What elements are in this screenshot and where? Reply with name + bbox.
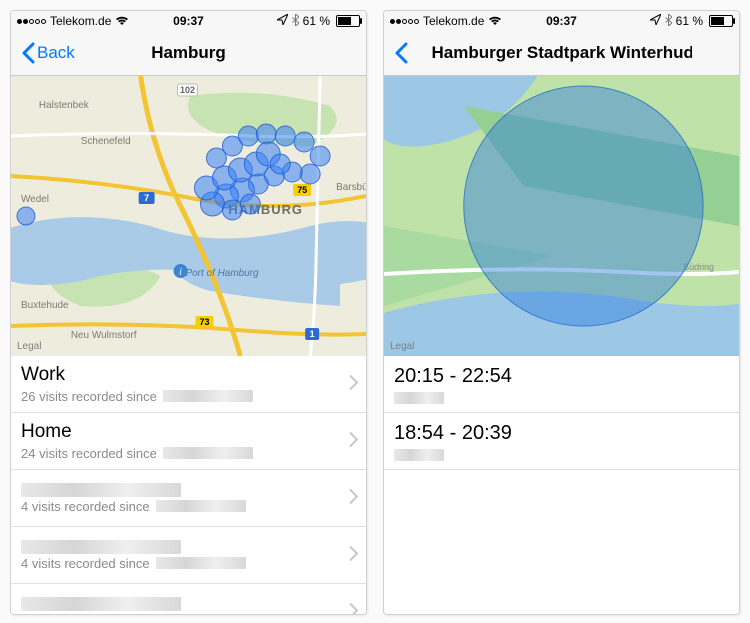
phone-left: Telekom.de 09:37 61 % Back <box>10 10 367 615</box>
nav-bar: Hamburger Stadtpark Winterhude <box>384 31 739 76</box>
nav-title: Hamburger Stadtpark Winterhude <box>432 43 692 63</box>
back-button[interactable] <box>390 31 412 75</box>
location-title: Work <box>21 364 336 387</box>
map-legal-link[interactable]: Legal <box>390 341 414 352</box>
svg-text:7: 7 <box>144 193 149 203</box>
phone-right: Telekom.de 09:37 61 % Hamburg <box>383 10 740 615</box>
svg-text:Schenefeld: Schenefeld <box>81 136 131 147</box>
redacted-title <box>21 597 181 611</box>
nav-bar: Back Hamburg <box>11 31 366 76</box>
location-subtitle: 26 visits recorded since <box>21 389 157 404</box>
svg-text:Port of Hamburg: Port of Hamburg <box>186 268 259 279</box>
map-city[interactable]: 7 75 1 73 102 HAMBURG Port of Hamburg Ha… <box>11 76 366 356</box>
location-row[interactable]: 2 visits recorded since <box>11 584 366 614</box>
chevron-right-icon <box>348 432 358 451</box>
location-title: Home <box>21 421 336 444</box>
visit-times-list: 20:15 - 22:54 18:54 - 20:39 <box>384 356 739 614</box>
battery-percent: 61 % <box>303 14 330 28</box>
back-label: Back <box>37 43 75 63</box>
svg-text:1: 1 <box>310 329 315 339</box>
status-bar: Telekom.de 09:37 61 % <box>384 11 739 31</box>
redacted-title <box>21 483 181 497</box>
redacted-date <box>163 447 253 459</box>
chevron-right-icon <box>348 603 358 615</box>
svg-text:Barsbüt: Barsbüt <box>336 182 366 193</box>
location-subtitle: 24 visits recorded since <box>21 446 157 461</box>
svg-text:Halstenbek: Halstenbek <box>39 100 89 111</box>
signal-strength-icon <box>390 19 419 24</box>
signal-strength-icon <box>17 19 46 24</box>
status-bar: Telekom.de 09:37 61 % <box>11 11 366 31</box>
battery-icon <box>336 15 360 27</box>
location-row[interactable]: Home 24 visits recorded since <box>11 413 366 470</box>
redacted-date <box>394 392 444 404</box>
chevron-right-icon <box>348 489 358 508</box>
carrier-label: Telekom.de <box>423 14 484 28</box>
chevron-right-icon <box>348 375 358 394</box>
chevron-left-icon <box>21 42 35 64</box>
navigation-icon <box>277 14 288 28</box>
side-by-side-container: Telekom.de 09:37 61 % Back <box>0 0 750 623</box>
location-row[interactable]: 4 visits recorded since <box>11 470 366 527</box>
carrier-label: Telekom.de <box>50 14 111 28</box>
svg-text:Neu Wulmstorf: Neu Wulmstorf <box>71 330 137 341</box>
redacted-date <box>156 500 246 512</box>
svg-text:75: 75 <box>297 185 307 195</box>
visit-time-range: 20:15 - 22:54 <box>394 364 709 388</box>
visit-time-row[interactable]: 20:15 - 22:54 <box>384 356 739 413</box>
battery-percent: 61 % <box>676 14 703 28</box>
battery-icon <box>709 15 733 27</box>
redacted-date <box>163 390 253 402</box>
location-subtitle: 4 visits recorded since <box>21 556 150 571</box>
map-legal-link[interactable]: Legal <box>17 341 41 352</box>
location-row[interactable]: 4 visits recorded since <box>11 527 366 584</box>
locations-list: Work 26 visits recorded since Home 24 vi… <box>11 356 366 614</box>
back-button[interactable]: Back <box>17 31 79 75</box>
bluetooth-icon <box>665 14 672 29</box>
location-subtitle: 4 visits recorded since <box>21 499 150 514</box>
svg-text:102: 102 <box>180 85 195 95</box>
chevron-right-icon <box>348 546 358 565</box>
location-subtitle: 2 visits recorded since <box>21 613 150 615</box>
nav-title: Hamburg <box>151 43 226 63</box>
svg-text:i: i <box>179 267 182 278</box>
visit-time-row[interactable]: 18:54 - 20:39 <box>384 413 739 470</box>
svg-text:Wedel: Wedel <box>21 194 49 205</box>
wifi-icon <box>488 15 502 28</box>
wifi-icon <box>115 15 129 28</box>
redacted-date <box>394 449 444 461</box>
bluetooth-icon <box>292 14 299 29</box>
chevron-left-icon <box>394 42 408 64</box>
svg-text:Buxtehude: Buxtehude <box>21 300 69 311</box>
map-location[interactable]: Südring Legal <box>384 76 739 356</box>
redacted-date <box>156 557 246 569</box>
navigation-icon <box>650 14 661 28</box>
location-row[interactable]: Work 26 visits recorded since <box>11 356 366 413</box>
redacted-title <box>21 540 181 554</box>
visit-time-range: 18:54 - 20:39 <box>394 421 709 445</box>
svg-text:73: 73 <box>199 317 209 327</box>
